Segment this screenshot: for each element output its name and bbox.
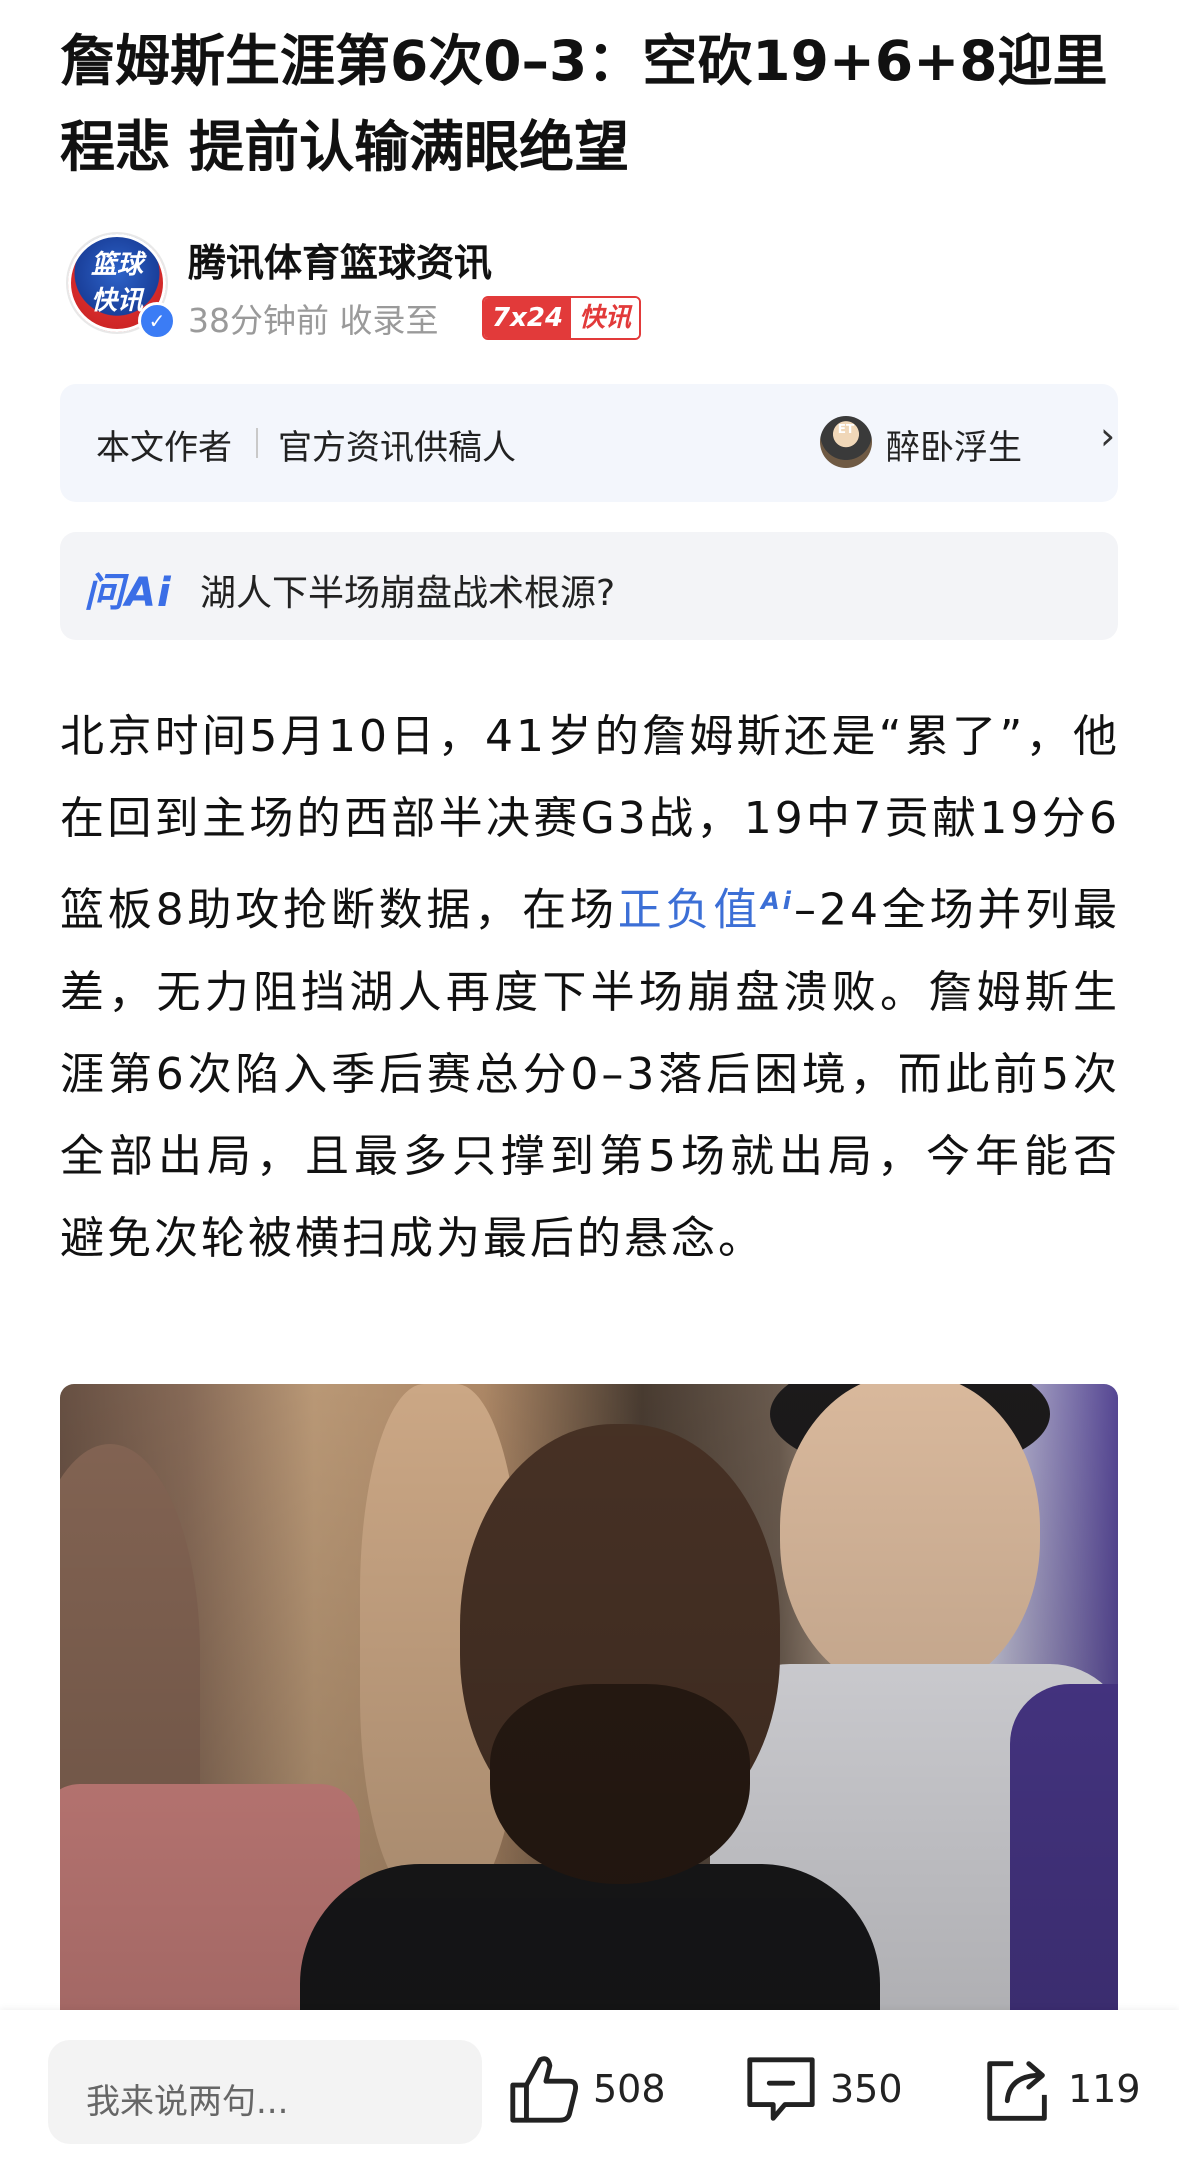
verified-icon: ✓ bbox=[138, 302, 176, 340]
like-count: 508 bbox=[593, 2067, 666, 2111]
collection-badge[interactable]: 7x24 快讯 bbox=[482, 296, 642, 340]
share-button[interactable]: 119 bbox=[980, 2054, 1141, 2124]
comment-count: 350 bbox=[830, 2067, 903, 2111]
article-title: 詹姆斯生涯第6次0–3：空砍19+6+8迎里程悲 提前认输满眼绝望 bbox=[60, 29, 1108, 179]
article-photo[interactable] bbox=[60, 1384, 1118, 2024]
ask-ai-card[interactable]: 问Ai 湖人下半场崩盘战术根源? bbox=[60, 532, 1118, 640]
bottom-action-bar: 我来说两句... 508 350 119 bbox=[0, 2010, 1179, 2183]
author-card[interactable]: 本文作者 官方资讯供稿人 ET 醉卧浮生 › bbox=[60, 384, 1118, 502]
ask-ai-logo: 问Ai bbox=[84, 570, 172, 616]
share-icon bbox=[987, 2061, 1047, 2121]
article-body: 北京时间5月10日，41岁的詹姆斯还是“累了”，他在回到主场的西部半决赛G3战，… bbox=[60, 696, 1120, 1280]
term-link[interactable]: 正负值 bbox=[618, 885, 761, 936]
publish-meta: 38分钟前 收录至 bbox=[188, 301, 439, 340]
ai-mark: Ai bbox=[761, 887, 794, 915]
divider bbox=[256, 428, 258, 458]
source-name[interactable]: 腾讯体育篮球资讯 bbox=[188, 232, 492, 287]
chevron-right-icon[interactable]: › bbox=[1100, 414, 1115, 458]
author-avatar[interactable]: ET bbox=[820, 416, 872, 468]
like-button[interactable]: 508 bbox=[505, 2054, 666, 2124]
author-name[interactable]: 醉卧浮生 bbox=[886, 420, 1022, 469]
comment-input[interactable]: 我来说两句... bbox=[48, 2040, 482, 2144]
author-avatar-text: ET bbox=[837, 422, 855, 436]
badge-right: 快讯 bbox=[571, 298, 640, 338]
comment-icon bbox=[747, 2057, 815, 2121]
share-count: 119 bbox=[1068, 2067, 1141, 2111]
comment-placeholder: 我来说两句... bbox=[86, 2082, 289, 2122]
badge-left: 7x24 bbox=[484, 298, 572, 338]
article-text-2: –24全场并列最差，无力阻挡湖人再度下半场崩盘溃败。詹姆斯生涯第6次陷入季后赛总… bbox=[60, 884, 1121, 1264]
author-role: 官方资讯供稿人 bbox=[278, 428, 516, 468]
thumbs-up-icon bbox=[510, 2056, 579, 2123]
comment-button[interactable]: 350 bbox=[742, 2054, 903, 2124]
author-label: 本文作者 bbox=[96, 428, 232, 468]
ask-ai-question[interactable]: 湖人下半场崩盘战术根源? bbox=[200, 564, 615, 616]
